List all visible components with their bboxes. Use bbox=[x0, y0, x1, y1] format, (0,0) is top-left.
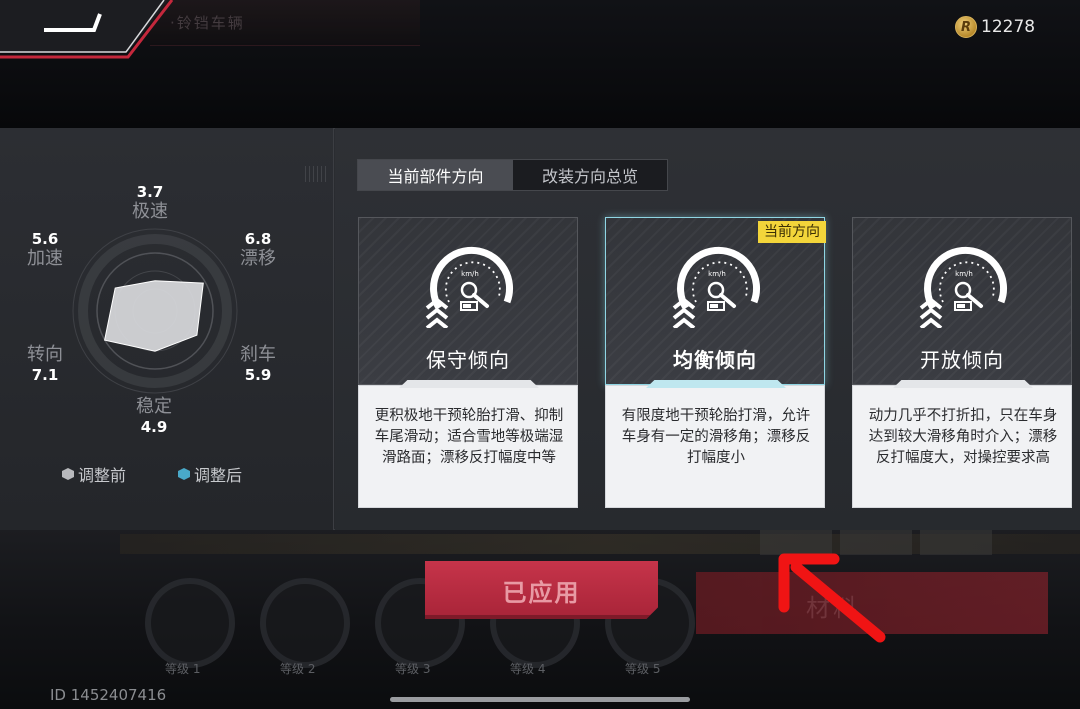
card-title: 开放倾向 bbox=[920, 348, 1004, 372]
legend-after: 调整后 bbox=[178, 462, 242, 486]
svg-text:km/h: km/h bbox=[461, 270, 479, 278]
annotation-arrow-icon bbox=[778, 553, 886, 643]
card-title: 保守倾向 bbox=[426, 348, 510, 372]
background-dial bbox=[145, 578, 235, 668]
legend-label: 调整后 bbox=[194, 466, 243, 485]
coin-amount: 12278 bbox=[981, 17, 1036, 37]
card-title: 均衡倾向 bbox=[673, 348, 757, 372]
stat-drift: 6.8 漂移 bbox=[228, 230, 288, 270]
card-header: km/h 保守倾向 bbox=[358, 217, 578, 385]
direction-card-open[interactable]: km/h 开放倾向 动力几乎不打折扣，只在车身达到较大滑移角时介入；漂移反打幅度… bbox=[852, 217, 1072, 508]
direction-card-conservative[interactable]: km/h 保守倾向 更积极地干预轮胎打滑、抑制车尾滑动；适合雪地等极端湿滑路面；… bbox=[358, 217, 578, 508]
stat-stability: 稳定 4.9 bbox=[124, 396, 184, 436]
stat-acceleration: 5.6 加速 bbox=[15, 230, 75, 270]
stat-top-speed: 3.7 极速 bbox=[120, 183, 180, 223]
direction-card-balanced[interactable]: 当前方向 km/h 均衡倾向 有限度地干预轮胎打滑，允许车身有一定的滑移角；漂移… bbox=[605, 217, 826, 508]
stat-value: 5.6 bbox=[31, 230, 59, 248]
apply-button[interactable]: 已应用 bbox=[425, 561, 658, 619]
stat-label: 刹车 bbox=[240, 344, 276, 365]
speedometer-icon: km/h bbox=[425, 246, 515, 332]
back-button[interactable] bbox=[0, 0, 160, 50]
player-id: ID 1452407416 bbox=[50, 686, 167, 704]
legend-before: 调整前 bbox=[62, 462, 126, 486]
home-indicator[interactable] bbox=[390, 697, 690, 702]
speedometer-icon: km/h bbox=[919, 246, 1009, 332]
svg-text:km/h: km/h bbox=[955, 270, 973, 278]
stat-value: 6.8 bbox=[244, 230, 272, 248]
current-direction-badge: 当前方向 bbox=[758, 221, 826, 243]
card-description: 有限度地干预轮胎打滑，允许车身有一定的滑移角；漂移反打幅度小 bbox=[621, 408, 811, 466]
card-body: 动力几乎不打折扣，只在车身达到较大滑移角时介入；漂移反打幅度大，对操控要求高 bbox=[852, 380, 1072, 508]
background-top-tab: ·铃铛车辆 bbox=[150, 0, 420, 46]
stat-label: 极速 bbox=[132, 201, 168, 222]
hexagon-icon bbox=[62, 468, 74, 480]
stat-value: 4.9 bbox=[140, 418, 168, 436]
tab-direction-overview[interactable]: 改装方向总览 bbox=[513, 160, 667, 190]
stat-label: 加速 bbox=[27, 248, 63, 269]
back-icon bbox=[44, 13, 102, 32]
background-dial-label: 等级 1 bbox=[165, 662, 201, 676]
svg-text:km/h: km/h bbox=[708, 270, 726, 278]
radar-stat-polygon bbox=[104, 280, 204, 352]
card-body: 有限度地干预轮胎打滑，允许车身有一定的滑移角；漂移反打幅度小 bbox=[605, 380, 825, 508]
card-notch bbox=[646, 380, 786, 388]
stat-label: 转向 bbox=[27, 344, 63, 365]
background-dial-label: 等级 3 bbox=[395, 662, 431, 676]
direction-tabs: 当前部件方向 改装方向总览 bbox=[357, 159, 668, 191]
background-dial bbox=[260, 578, 350, 668]
stat-value: 5.9 bbox=[244, 366, 272, 384]
card-header: km/h 开放倾向 bbox=[852, 217, 1072, 385]
card-description: 更积极地干预轮胎打滑、抑制车尾滑动；适合雪地等极端湿滑路面；漂移反打幅度中等 bbox=[374, 408, 564, 466]
card-body: 更积极地干预轮胎打滑、抑制车尾滑动；适合雪地等极端湿滑路面；漂移反打幅度中等 bbox=[358, 380, 578, 508]
legend-label: 调整前 bbox=[78, 466, 127, 485]
background-tab-text: ·铃铛车辆 bbox=[170, 14, 245, 32]
background-dial-label: 等级 2 bbox=[280, 662, 316, 676]
card-notch bbox=[399, 380, 539, 388]
card-notch bbox=[893, 380, 1033, 388]
speedometer-icon: km/h bbox=[672, 246, 762, 332]
stat-braking: 刹车 5.9 bbox=[228, 344, 288, 384]
background-dial-label: 等级 5 bbox=[625, 662, 661, 676]
coin-icon: R bbox=[955, 16, 977, 38]
currency-display: R 12278 bbox=[955, 14, 1035, 40]
background-dial-label: 等级 4 bbox=[510, 662, 546, 676]
stat-value: 3.7 bbox=[136, 183, 164, 201]
hexagon-icon bbox=[178, 468, 190, 480]
stat-label: 漂移 bbox=[240, 248, 276, 269]
card-description: 动力几乎不打折扣，只在车身达到较大滑移角时介入；漂移反打幅度大，对操控要求高 bbox=[868, 408, 1058, 466]
stat-label: 稳定 bbox=[136, 396, 172, 417]
tab-current-direction[interactable]: 当前部件方向 bbox=[358, 160, 513, 190]
stat-steering: 转向 7.1 bbox=[15, 344, 75, 384]
stat-value: 7.1 bbox=[31, 366, 59, 384]
